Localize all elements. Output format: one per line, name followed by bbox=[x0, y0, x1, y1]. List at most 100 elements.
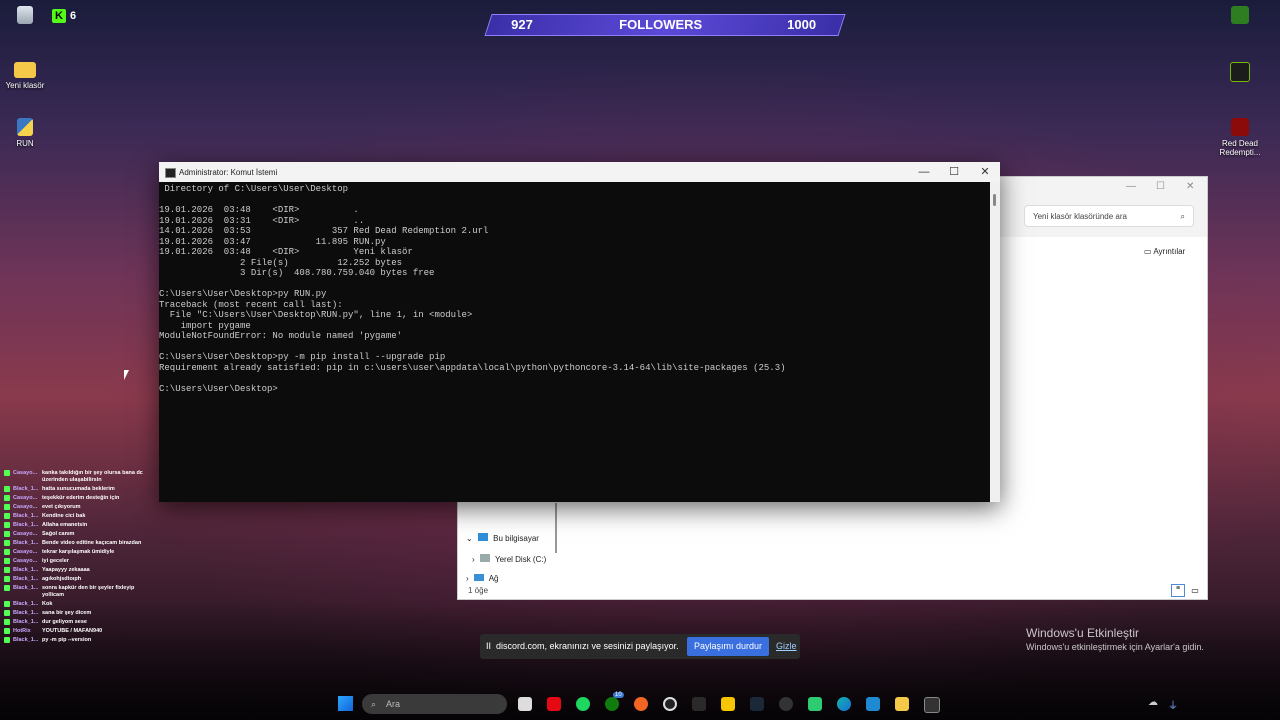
xbox-icon[interactable] bbox=[605, 697, 619, 711]
kick-badge-icon bbox=[4, 504, 10, 510]
kick-badge-icon bbox=[4, 558, 10, 564]
desktop-icon-run[interactable]: RUN bbox=[0, 118, 55, 148]
status-item-count: 1 öğe bbox=[468, 586, 489, 595]
cmd-line bbox=[159, 195, 1000, 206]
chat-username: Casayo... bbox=[13, 558, 38, 564]
search-placeholder: Yeni klasör klasöründe ara bbox=[1033, 212, 1127, 221]
desktop-icon-yeni-klasor[interactable]: Yeni klasör bbox=[0, 62, 55, 90]
kick-badge-icon bbox=[4, 540, 10, 546]
activate-subtitle: Windows'u etkinleştirmek için Ayarlar'a … bbox=[1026, 642, 1204, 652]
drive-icon bbox=[479, 554, 490, 562]
chat-text: iyi geceler bbox=[42, 558, 69, 564]
command-prompt-window[interactable]: Administrator: Komut İstemi — ☐ ✕ Direct… bbox=[159, 162, 1000, 502]
tray-mic-icon[interactable]: ⏚ bbox=[1168, 697, 1182, 712]
steam-icon[interactable] bbox=[750, 697, 764, 711]
chat-message: Casayo... Sağol canım bbox=[4, 531, 154, 538]
terminal-taskbar-icon[interactable] bbox=[924, 697, 940, 713]
chat-text: Kendine cici bak bbox=[42, 513, 86, 519]
nav-item-this-pc[interactable]: ⌄ Bu bilgisayar bbox=[466, 533, 539, 543]
chat-username: HotRix bbox=[13, 628, 31, 634]
obs-icon[interactable] bbox=[663, 697, 677, 711]
origin-ea-icon[interactable] bbox=[634, 697, 648, 711]
chat-text: py -m pip --version bbox=[42, 637, 92, 643]
python-file-icon bbox=[17, 118, 33, 136]
details-button[interactable]: ▭ Ayrıntılar bbox=[1144, 247, 1185, 256]
explorer-minimize-button[interactable]: — bbox=[1126, 181, 1136, 192]
nav-item-local-disk[interactable]: › Yerel Disk (C:) bbox=[472, 554, 546, 564]
spotify-icon[interactable] bbox=[576, 697, 590, 711]
chat-message: Casayo... kanka takıldığın bir şey olursa… bbox=[4, 470, 154, 484]
chat-message: Black_1... sonra kapkür den bir şeyler fi… bbox=[4, 585, 154, 599]
recycle-bin-icon[interactable] bbox=[0, 6, 55, 27]
followers-label: FOLLOWERS bbox=[619, 17, 703, 32]
chevron-right-icon: › bbox=[466, 574, 469, 583]
desktop-icon-label: Yeni klasör bbox=[5, 81, 45, 90]
nav-item-network[interactable]: › Ağ bbox=[466, 574, 498, 583]
cmd-line bbox=[159, 279, 1000, 290]
chat-message: Casayo... iyi geceler bbox=[4, 558, 154, 565]
kick-badge-icon bbox=[4, 637, 10, 643]
taskbar-search-box[interactable]: ⌕ Ara bbox=[362, 694, 507, 714]
cmd-scrollbar[interactable] bbox=[990, 182, 1000, 502]
cmd-line bbox=[159, 373, 1000, 384]
desktop-icon-nvidia[interactable] bbox=[1210, 6, 1270, 27]
cmd-line bbox=[159, 342, 1000, 353]
cmd-line: C:\Users\User\Desktop>py -m pip install … bbox=[159, 352, 446, 362]
share-text: discord.com, ekranınızı ve sesinizi payl… bbox=[496, 641, 679, 651]
settings-gear-icon[interactable] bbox=[779, 697, 793, 711]
chat-username: Black_1... bbox=[13, 619, 39, 625]
scrollbar-thumb[interactable] bbox=[993, 194, 996, 206]
terminal-icon bbox=[165, 168, 176, 178]
rockstar-icon[interactable] bbox=[721, 697, 735, 711]
kick-logo-icon: K bbox=[52, 9, 66, 23]
start-button-windows-icon[interactable] bbox=[338, 696, 353, 711]
netflix-icon[interactable] bbox=[547, 697, 561, 711]
epic-games-icon[interactable] bbox=[692, 697, 706, 711]
explorer-close-button[interactable]: ✕ bbox=[1186, 181, 1194, 192]
chat-text: Allaha emanetsin bbox=[42, 522, 88, 528]
chat-username: Black_1... bbox=[13, 576, 39, 582]
cmd-minimize-button[interactable]: — bbox=[909, 164, 939, 180]
chat-username: Black_1... bbox=[13, 610, 39, 616]
explorer-maximize-button[interactable]: ☐ bbox=[1156, 181, 1165, 192]
cmd-line: 3 Dir(s) 408.780.759.040 bytes free bbox=[159, 268, 435, 278]
cmd-close-button[interactable]: ✕ bbox=[970, 164, 1000, 180]
nav-label: Bu bilgisayar bbox=[493, 534, 539, 543]
nav-scrollbar[interactable] bbox=[555, 503, 557, 553]
desktop-icon-red-dead[interactable]: Red Dead Redempti... bbox=[1210, 118, 1270, 157]
chat-text: Bende video editine kaçıcam birazdan bbox=[42, 540, 142, 546]
file-explorer-icon[interactable] bbox=[895, 697, 909, 711]
pause-icon: II bbox=[486, 641, 492, 651]
chat-text: YOUTUBE / MAFAN940 bbox=[42, 628, 103, 634]
chevron-right-icon: › bbox=[472, 555, 475, 564]
nav-label: Ağ bbox=[488, 574, 499, 583]
edge-icon[interactable] bbox=[837, 697, 851, 711]
folder-icon bbox=[14, 62, 36, 78]
desktop-icon-label: RUN bbox=[16, 139, 34, 148]
chat-text: hatta sunucumada beklerim bbox=[42, 486, 115, 492]
hide-link[interactable]: Gizle bbox=[776, 641, 797, 651]
desktop-icon-geforce[interactable] bbox=[1210, 62, 1270, 85]
chat-text: Sağol canım bbox=[42, 531, 75, 537]
cmd-output[interactable]: Directory of C:\Users\User\Desktop 19.01… bbox=[159, 182, 1000, 394]
task-view-icon[interactable] bbox=[518, 697, 532, 711]
app-icon[interactable] bbox=[808, 697, 822, 711]
tray-cloud-icon[interactable]: ☁ bbox=[1148, 697, 1162, 711]
chat-text: sonra kapkür den bir şeyler fixleyip yol… bbox=[42, 585, 135, 598]
geforce-app-icon bbox=[1230, 62, 1250, 82]
cmd-line: 19.01.2026 03:31 <DIR> .. bbox=[159, 215, 365, 226]
stop-sharing-button[interactable]: Paylaşımı durdur bbox=[687, 637, 769, 656]
chat-username: Black_1... bbox=[13, 513, 39, 519]
chat-message: Black_1... Yaapayyy zekaaaa bbox=[4, 567, 154, 574]
cmd-titlebar[interactable]: Administrator: Komut İstemi — ☐ ✕ bbox=[159, 162, 1000, 182]
screen-share-notification: II discord.com, ekranınızı ve sesinizi p… bbox=[480, 634, 800, 659]
explorer-search-input[interactable]: Yeni klasör klasöründe ara ⌕ bbox=[1024, 205, 1194, 227]
tile-view-button[interactable]: ▭ bbox=[1189, 586, 1201, 597]
list-view-button[interactable]: ≡ bbox=[1171, 584, 1185, 597]
chat-text: teşekkür ederim desteğin için bbox=[42, 495, 120, 501]
kick-badge-icon bbox=[4, 470, 10, 476]
cmd-maximize-button[interactable]: ☐ bbox=[939, 164, 969, 180]
chat-message: HotRix YOUTUBE / MAFAN940 bbox=[4, 628, 154, 635]
vscode-icon[interactable] bbox=[866, 697, 880, 711]
taskbar-search-placeholder: Ara bbox=[386, 699, 401, 709]
